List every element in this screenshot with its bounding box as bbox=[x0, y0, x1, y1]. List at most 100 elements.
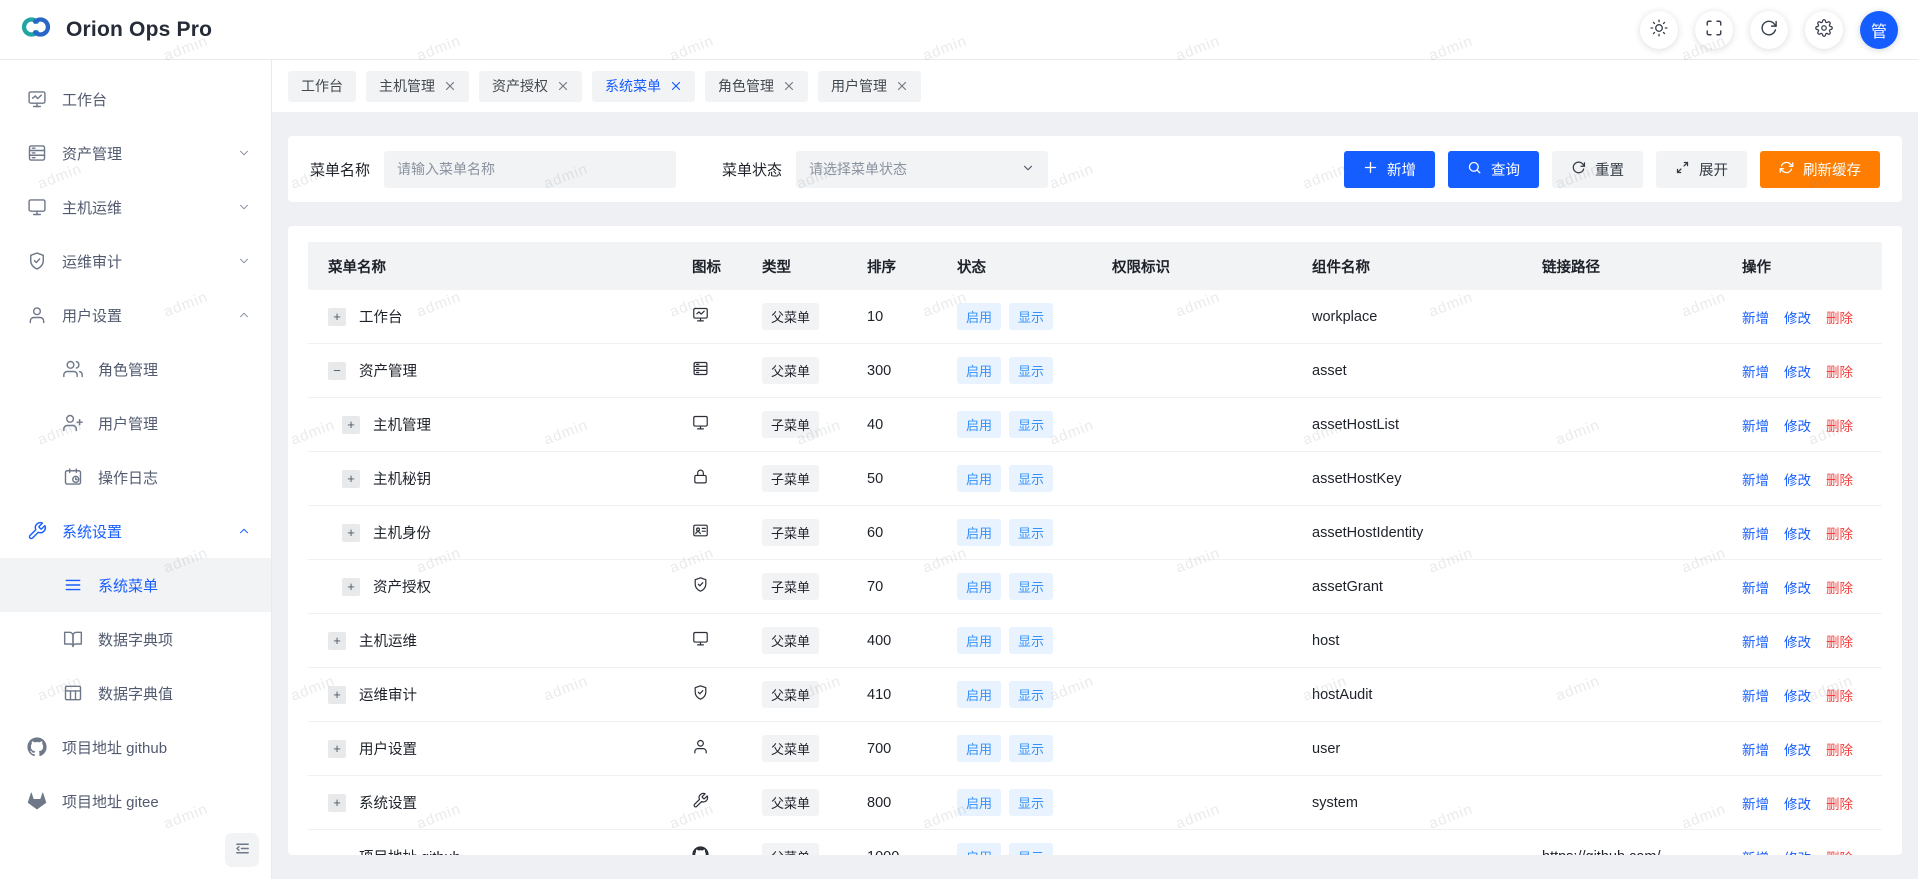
menu-name-input[interactable] bbox=[384, 151, 676, 188]
row-expand-button[interactable]: − bbox=[328, 362, 346, 380]
row-expand-button[interactable]: + bbox=[328, 794, 346, 812]
row-add-link[interactable]: 新增 bbox=[1742, 361, 1769, 381]
menu-type-cell: 父菜单 bbox=[752, 789, 857, 816]
row-edit-link[interactable]: 修改 bbox=[1784, 577, 1811, 597]
row-delete-link[interactable]: 删除 bbox=[1826, 361, 1853, 381]
tab-0[interactable]: 工作台 bbox=[288, 71, 356, 102]
sidebar-item-12[interactable]: 项目地址 github bbox=[0, 720, 271, 774]
row-add-link[interactable]: 新增 bbox=[1742, 793, 1769, 813]
expand-button[interactable]: 展开 bbox=[1656, 151, 1747, 188]
row-expand-button[interactable]: + bbox=[342, 524, 360, 542]
close-icon[interactable] bbox=[444, 80, 456, 92]
row-delete-link[interactable]: 删除 bbox=[1826, 793, 1853, 813]
row-expand-button[interactable]: + bbox=[328, 308, 346, 326]
menu-status-select[interactable]: 请选择菜单状态 bbox=[796, 151, 1048, 188]
sidebar-item-4[interactable]: 用户设置 bbox=[0, 288, 271, 342]
chevron-up-icon bbox=[237, 308, 251, 322]
tab-5[interactable]: 用户管理 bbox=[818, 71, 921, 102]
row-add-link[interactable]: 新增 bbox=[1742, 685, 1769, 705]
row-delete-link[interactable]: 删除 bbox=[1826, 577, 1853, 597]
status-tag: 显示 bbox=[1009, 411, 1053, 438]
row-expand-button[interactable]: + bbox=[328, 686, 346, 704]
row-delete-link[interactable]: 删除 bbox=[1826, 469, 1853, 489]
row-delete-link[interactable]: 删除 bbox=[1826, 415, 1853, 435]
monitor-icon bbox=[692, 630, 709, 647]
app-header: Orion Ops Pro 管 bbox=[0, 0, 1918, 60]
column-header: 图标 bbox=[682, 256, 752, 277]
sidebar-item-6[interactable]: 用户管理 bbox=[0, 396, 271, 450]
sidebar-item-7[interactable]: 操作日志 bbox=[0, 450, 271, 504]
sidebar-item-1[interactable]: 资产管理 bbox=[0, 126, 271, 180]
settings-button[interactable] bbox=[1805, 11, 1843, 49]
row-delete-link[interactable]: 删除 bbox=[1826, 847, 1853, 856]
row-edit-link[interactable]: 修改 bbox=[1784, 361, 1811, 381]
sidebar-item-11[interactable]: 数据字典值 bbox=[0, 666, 271, 720]
component-cell: host bbox=[1302, 633, 1532, 649]
row-delete-link[interactable]: 删除 bbox=[1826, 523, 1853, 543]
row-add-link[interactable]: 新增 bbox=[1742, 415, 1769, 435]
row-expand-button[interactable]: + bbox=[342, 416, 360, 434]
search-button[interactable]: 查询 bbox=[1448, 151, 1539, 188]
row-add-link[interactable]: 新增 bbox=[1742, 469, 1769, 489]
close-icon[interactable] bbox=[557, 80, 569, 92]
row-expand-button[interactable]: + bbox=[328, 740, 346, 758]
menu-name: 项目地址 github bbox=[359, 846, 461, 855]
sidebar-item-8[interactable]: 系统设置 bbox=[0, 504, 271, 558]
row-edit-link[interactable]: 修改 bbox=[1784, 523, 1811, 543]
type-tag: 父菜单 bbox=[762, 627, 819, 654]
sidebar-item-2[interactable]: 主机运维 bbox=[0, 180, 271, 234]
sidebar-item-0[interactable]: 工作台 bbox=[0, 72, 271, 126]
theme-toggle-button[interactable] bbox=[1640, 11, 1678, 49]
menu-name-cell: +项目地址 github bbox=[308, 846, 682, 855]
sidebar-item-9[interactable]: 系统菜单 bbox=[0, 558, 271, 612]
row-add-link[interactable]: 新增 bbox=[1742, 847, 1769, 856]
status-tag: 启用 bbox=[957, 357, 1001, 384]
row-add-link[interactable]: 新增 bbox=[1742, 577, 1769, 597]
row-add-link[interactable]: 新增 bbox=[1742, 631, 1769, 651]
sidebar-item-3[interactable]: 运维审计 bbox=[0, 234, 271, 288]
tab-2[interactable]: 资产授权 bbox=[479, 71, 582, 102]
close-icon[interactable] bbox=[783, 80, 795, 92]
menu-icon-cell bbox=[682, 846, 752, 855]
row-expand-button[interactable]: + bbox=[328, 632, 346, 650]
close-icon[interactable] bbox=[896, 80, 908, 92]
row-edit-link[interactable]: 修改 bbox=[1784, 307, 1811, 327]
tab-3[interactable]: 系统菜单 bbox=[592, 71, 695, 102]
component-cell: workplace bbox=[1302, 309, 1532, 325]
row-edit-link[interactable]: 修改 bbox=[1784, 685, 1811, 705]
close-icon[interactable] bbox=[670, 80, 682, 92]
row-expand-button[interactable]: + bbox=[342, 578, 360, 596]
row-expand-button[interactable]: + bbox=[342, 470, 360, 488]
sidebar-item-13[interactable]: 项目地址 gitee bbox=[0, 774, 271, 828]
menu-sort-cell: 10 bbox=[857, 309, 947, 325]
tab-4[interactable]: 角色管理 bbox=[705, 71, 808, 102]
row-delete-link[interactable]: 删除 bbox=[1826, 685, 1853, 705]
sidebar-item-5[interactable]: 角色管理 bbox=[0, 342, 271, 396]
row-edit-link[interactable]: 修改 bbox=[1784, 415, 1811, 435]
shield-icon bbox=[692, 576, 709, 593]
row-add-link[interactable]: 新增 bbox=[1742, 523, 1769, 543]
sidebar-item-10[interactable]: 数据字典项 bbox=[0, 612, 271, 666]
tab-1[interactable]: 主机管理 bbox=[366, 71, 469, 102]
add-button[interactable]: 新增 bbox=[1344, 151, 1435, 188]
component-cell: assetHostKey bbox=[1302, 471, 1532, 487]
menu-name-cell: +用户设置 bbox=[308, 738, 682, 759]
menu-name-cell: +主机身份 bbox=[308, 522, 682, 543]
row-edit-link[interactable]: 修改 bbox=[1784, 847, 1811, 856]
sidebar-collapse-button[interactable] bbox=[225, 833, 259, 867]
row-edit-link[interactable]: 修改 bbox=[1784, 739, 1811, 759]
fullscreen-button[interactable] bbox=[1695, 11, 1733, 49]
row-add-link[interactable]: 新增 bbox=[1742, 739, 1769, 759]
row-add-link[interactable]: 新增 bbox=[1742, 307, 1769, 327]
row-edit-link[interactable]: 修改 bbox=[1784, 631, 1811, 651]
tab-label: 系统菜单 bbox=[605, 76, 661, 96]
refresh-cache-button[interactable]: 刷新缓存 bbox=[1760, 151, 1880, 188]
row-edit-link[interactable]: 修改 bbox=[1784, 469, 1811, 489]
row-delete-link[interactable]: 删除 bbox=[1826, 631, 1853, 651]
row-delete-link[interactable]: 删除 bbox=[1826, 739, 1853, 759]
avatar[interactable]: 管 bbox=[1860, 11, 1898, 49]
reset-button[interactable]: 重置 bbox=[1552, 151, 1643, 188]
row-delete-link[interactable]: 删除 bbox=[1826, 307, 1853, 327]
row-edit-link[interactable]: 修改 bbox=[1784, 793, 1811, 813]
refresh-button[interactable] bbox=[1750, 11, 1788, 49]
